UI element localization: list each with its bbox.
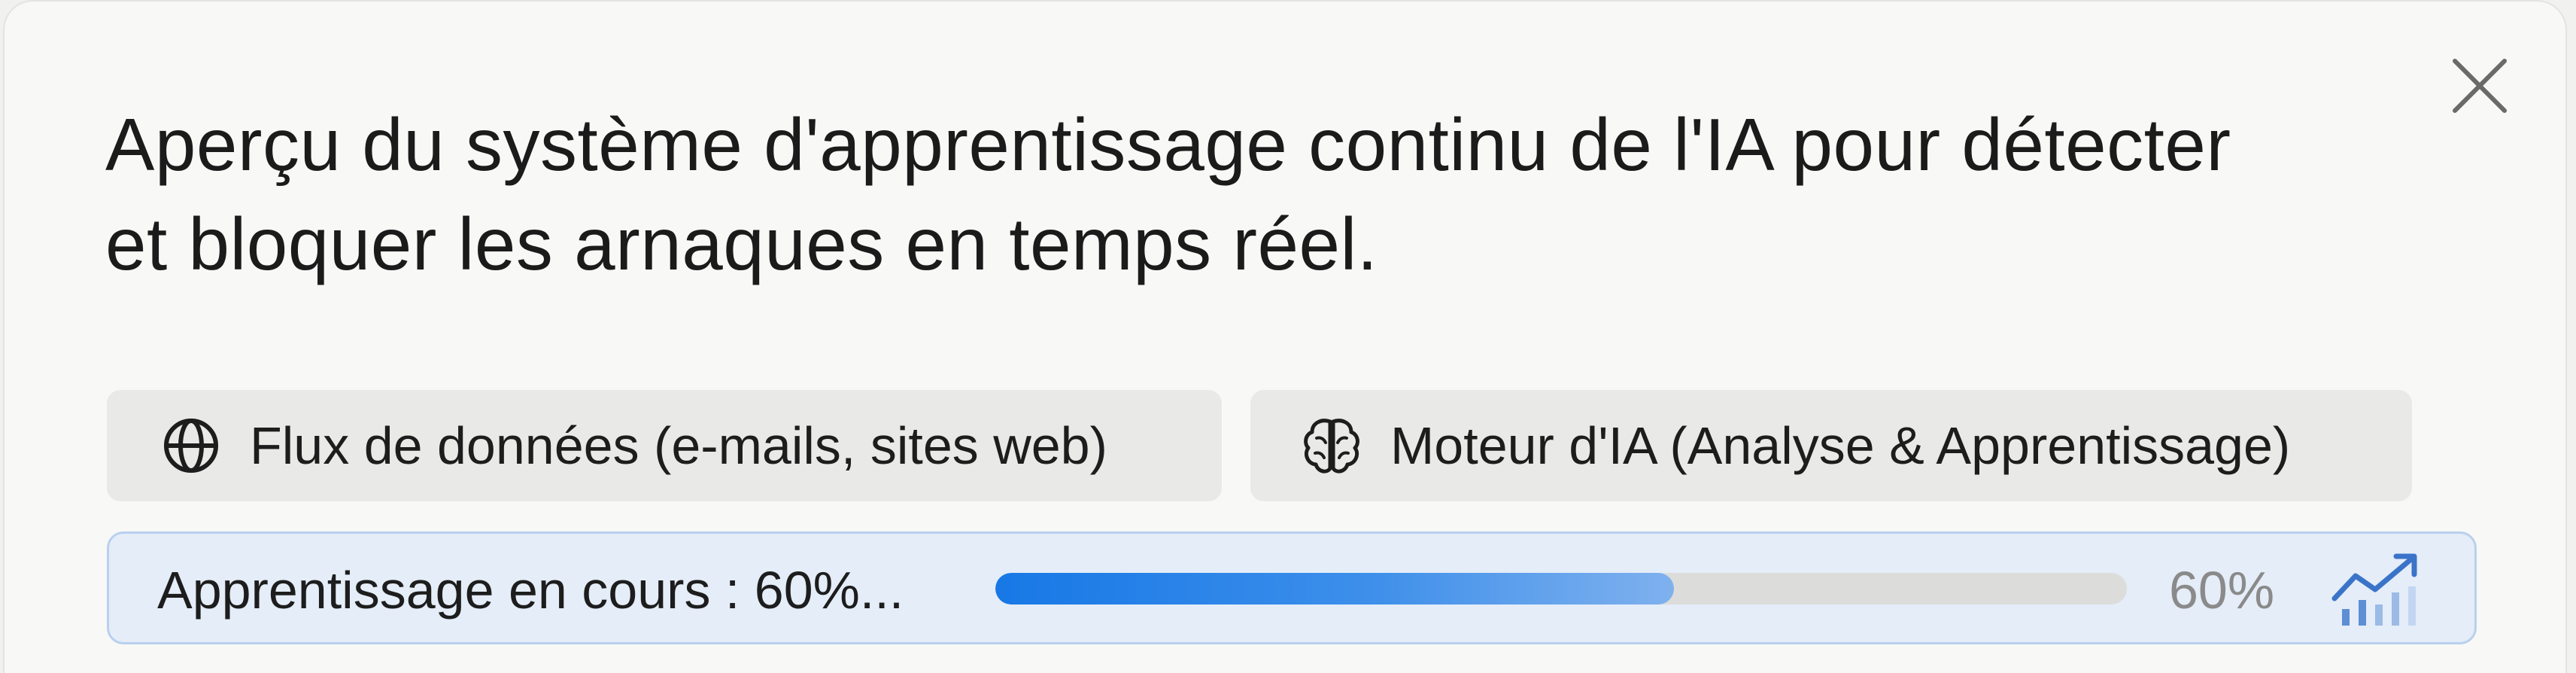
globe-icon — [159, 414, 223, 477]
learning-progress-panel: Apprentissage en cours : 60%... 60% — [107, 531, 2477, 644]
progress-percent: 60% — [2169, 561, 2275, 620]
close-icon — [2453, 59, 2507, 113]
ai-engine-chip[interactable]: Moteur d'IA (Analyse & Apprentissage) — [1250, 390, 2412, 501]
progress-label: Apprentissage en cours : 60%... — [157, 561, 904, 620]
trending-chart-icon — [2331, 553, 2417, 626]
progress-bar — [995, 573, 2127, 604]
data-flow-label: Flux de données (e-mails, sites web) — [250, 416, 1107, 475]
dialog-title: Aperçu du système d'apprentissage contin… — [105, 103, 2231, 285]
close-button[interactable] — [2448, 54, 2511, 117]
brain-icon — [1300, 414, 1363, 477]
dialog-card: Aperçu du système d'apprentissage contin… — [3, 0, 2567, 673]
data-flow-chip[interactable]: Flux de données (e-mails, sites web) — [107, 390, 1222, 501]
progress-bar-fill — [995, 573, 1675, 604]
ai-engine-label: Moteur d'IA (Analyse & Apprentissage) — [1390, 416, 2291, 475]
